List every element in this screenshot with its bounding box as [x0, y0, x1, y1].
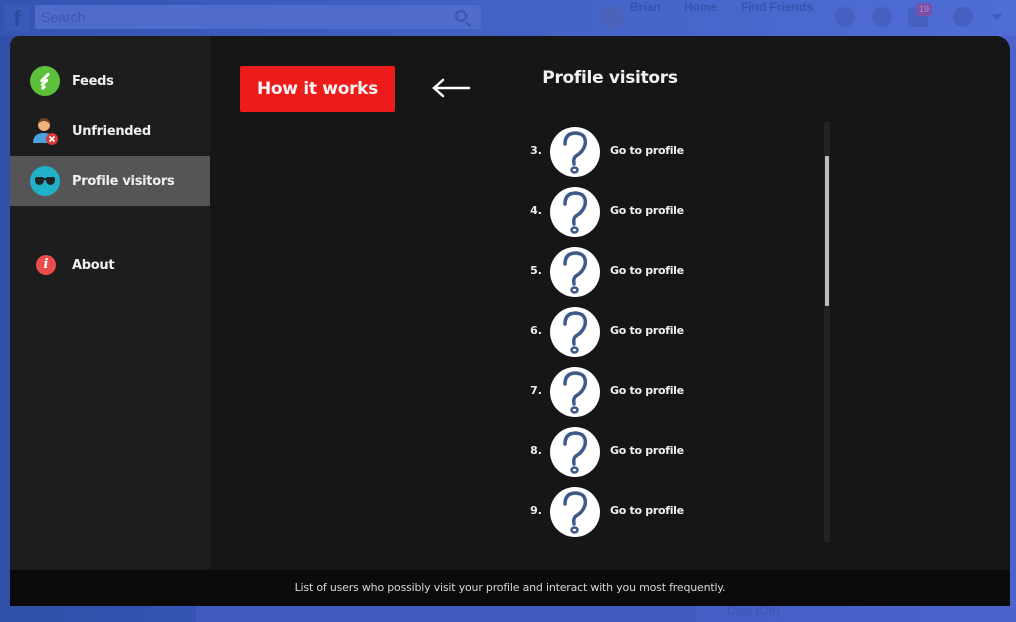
- visitor-rank: 5.: [530, 264, 542, 277]
- scrollbar-thumb[interactable]: [825, 156, 829, 306]
- question-mark-icon: [563, 131, 588, 174]
- unknown-user-avatar[interactable]: [550, 307, 600, 357]
- visitor-row: 6. Go to profile: [510, 303, 810, 363]
- go-to-profile-link[interactable]: Go to profile: [610, 204, 684, 217]
- unknown-user-avatar[interactable]: [550, 367, 600, 417]
- visitor-rank: 3.: [530, 144, 542, 157]
- visitor-row: 9. Go to profile: [510, 483, 810, 543]
- visitor-rank: 7.: [530, 384, 542, 397]
- user-avatar: [601, 6, 623, 28]
- unknown-user-avatar[interactable]: [550, 187, 600, 237]
- visitor-rank: 6.: [530, 324, 542, 337]
- unknown-user-avatar[interactable]: [550, 247, 600, 297]
- sunglasses-icon: [30, 166, 60, 196]
- sidebar-item-label: Feeds: [72, 73, 114, 89]
- find-friends-link: Find Friends: [741, 0, 813, 14]
- unknown-user-avatar[interactable]: [550, 427, 600, 477]
- unknown-user-avatar[interactable]: [550, 487, 600, 537]
- go-to-profile-link[interactable]: Go to profile: [610, 384, 684, 397]
- unknown-user-avatar[interactable]: [550, 127, 600, 177]
- sidebar-item-feeds[interactable]: Feeds: [10, 56, 210, 106]
- visitor-row: 3. Go to profile: [510, 123, 810, 183]
- visitor-row: 8. Go to profile: [510, 423, 810, 483]
- visitor-rank: 4.: [530, 204, 542, 217]
- background-strip: [196, 606, 696, 622]
- user-name-link: Brian: [630, 0, 661, 14]
- question-mark-icon: [563, 431, 588, 474]
- visitor-row: 5. Go to profile: [510, 243, 810, 303]
- facebook-header-background: f Search Brian Home Find Friends 19: [0, 0, 1016, 36]
- search-placeholder: Search: [41, 9, 86, 25]
- go-to-profile-link[interactable]: Go to profile: [610, 324, 684, 337]
- info-icon: i: [36, 255, 56, 275]
- feeds-icon: [30, 66, 60, 96]
- visitor-rank: 9.: [530, 504, 542, 517]
- chevron-down-icon: [992, 14, 1002, 22]
- go-to-profile-link[interactable]: Go to profile: [610, 444, 684, 457]
- footer-caption: List of users who possibly visit your pr…: [10, 570, 1010, 606]
- go-to-profile-link[interactable]: Go to profile: [610, 504, 684, 517]
- question-mark-icon: [563, 251, 588, 294]
- home-link: Home: [684, 0, 718, 14]
- scrollbar[interactable]: [824, 122, 830, 542]
- sidebar: Feeds Unfriended Profile visitors i Abou…: [10, 36, 210, 570]
- question-mark-icon: [563, 191, 588, 234]
- visitor-rank: 8.: [530, 444, 542, 457]
- go-to-profile-link[interactable]: Go to profile: [610, 144, 684, 157]
- help-icon: [953, 7, 973, 27]
- sidebar-item-profile-visitors[interactable]: Profile visitors: [10, 156, 210, 206]
- page-title: Profile visitors: [542, 68, 678, 88]
- question-mark-icon: [563, 311, 588, 354]
- chat-status: Chat (Off): [727, 604, 780, 618]
- sidebar-item-label: About: [72, 257, 115, 273]
- facebook-search-input: Search: [35, 5, 481, 29]
- question-mark-icon: [563, 371, 588, 414]
- sidebar-item-label: Unfriended: [72, 123, 151, 139]
- visitor-list: 3. Go to profile 4. Go to profile 5. Go to pr…: [510, 123, 810, 543]
- unfriended-icon: [30, 116, 60, 146]
- friend-requests-icon: [835, 7, 855, 27]
- sidebar-item-about[interactable]: i About: [10, 240, 210, 290]
- visitor-row: 4. Go to profile: [510, 183, 810, 243]
- how-it-works-button[interactable]: How it works: [240, 66, 395, 112]
- arrow-left-icon: [432, 78, 471, 98]
- visitor-row: 7. Go to profile: [510, 363, 810, 423]
- sidebar-item-unfriended[interactable]: Unfriended: [10, 106, 210, 156]
- notification-badge: 19: [916, 3, 932, 16]
- go-to-profile-link[interactable]: Go to profile: [610, 264, 684, 277]
- main-content: How it works Profile visitors 3. Go to pr…: [210, 36, 1010, 570]
- question-mark-icon: [563, 491, 588, 534]
- messenger-icon: [872, 7, 892, 27]
- sidebar-item-label: Profile visitors: [72, 173, 175, 189]
- facebook-logo: f: [4, 5, 30, 31]
- search-icon: [455, 10, 467, 22]
- extension-modal: Feeds Unfriended Profile visitors i Abou…: [10, 36, 1010, 606]
